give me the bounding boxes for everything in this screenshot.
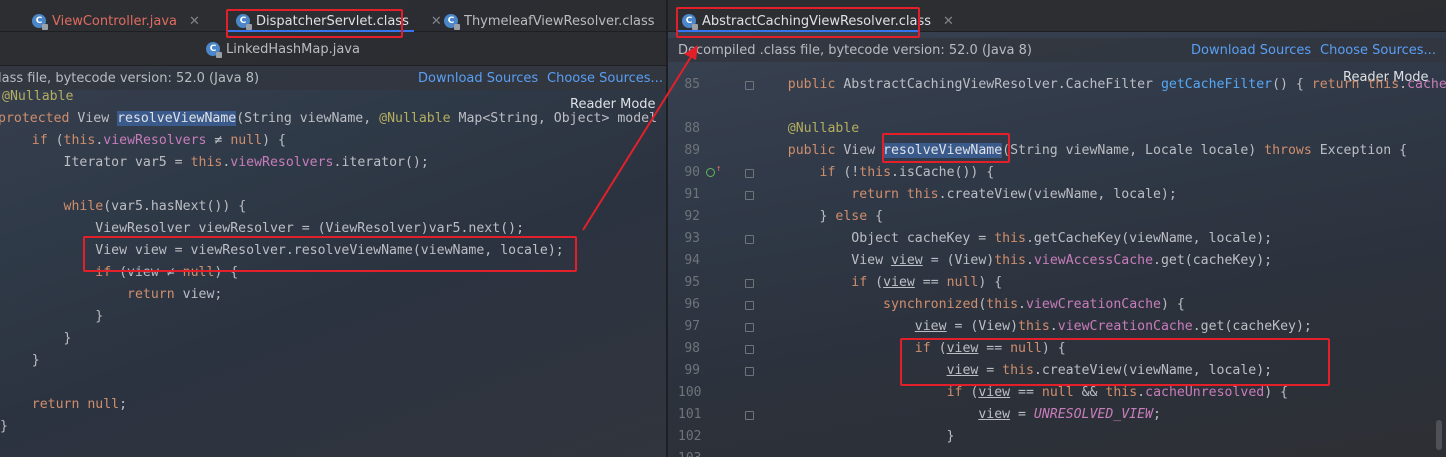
tab-linkedhashmap[interactable]: C LinkedHashMap.java <box>202 34 364 64</box>
java-class-icon: C <box>32 14 48 30</box>
line-number: 90 <box>684 165 700 180</box>
code-line: view = (View)this.viewCreationCache.get(… <box>914 319 1312 334</box>
class-file-icon: C <box>206 42 222 58</box>
fold-marker-icon[interactable] <box>745 411 754 420</box>
tab-label: AbstractCachingViewResolver.class <box>702 13 931 29</box>
download-sources-link[interactable]: Download Sources <box>1191 43 1311 58</box>
code-line: ViewResolver viewResolver = (ViewResolve… <box>0 221 525 236</box>
implements-marker-icon[interactable] <box>706 168 715 177</box>
fold-marker-icon[interactable] <box>745 301 754 310</box>
left-tab-row-2: C LinkedHashMap.java <box>0 32 666 66</box>
code-line: View view = viewResolver.resolveViewName… <box>0 243 564 258</box>
code-line: @Nullable <box>787 121 860 136</box>
code-line: protected View resolveViewName(String vi… <box>0 111 658 126</box>
right-code-area[interactable]: public AbstractCachingViewResolver.Cache… <box>756 74 1446 444</box>
tab-label: ViewController.java <box>52 13 177 29</box>
code-line: Object cacheKey = this.getCacheKey(viewN… <box>756 231 1273 246</box>
line-number: 98 <box>684 341 700 356</box>
code-line: } <box>756 429 955 444</box>
code-line: Iterator var5 = this.viewResolvers.itera… <box>0 155 429 170</box>
line-number: 99 <box>684 363 700 378</box>
code-line: while(var5.hasNext()) { <box>63 199 247 214</box>
line-number: 94 <box>684 253 700 268</box>
code-line: return this.createView(viewName, locale)… <box>851 187 1177 202</box>
code-line: synchronized(this.viewCreationCache) { <box>883 297 1185 312</box>
fold-marker-icon[interactable] <box>745 81 754 90</box>
right-decompiled-banner: Decompiled .class file, bytecode version… <box>668 38 1446 62</box>
right-tab-bar: C AbstractCachingViewResolver.class ✕ <box>668 0 1446 32</box>
class-file-icon: C <box>236 14 252 30</box>
code-line: } <box>0 331 72 346</box>
code-line: public View resolveViewName(String viewN… <box>787 143 1408 158</box>
code-line: if (this.viewResolvers ≠ null) { <box>31 133 286 148</box>
banner-text: lass file, bytecode version: 52.0 (Java … <box>0 70 260 86</box>
left-decompiled-banner: lass file, bytecode version: 52.0 (Java … <box>0 66 666 90</box>
left-tab-bar: C ViewController.java ✕ C DispatcherServ… <box>0 0 666 32</box>
code-line: } <box>0 353 40 368</box>
vertical-scrollbar[interactable] <box>1436 420 1442 450</box>
right-editor-pane: C AbstractCachingViewResolver.class ✕ De… <box>668 0 1446 457</box>
code-line: View view = (View)this.viewAccessCache.g… <box>756 253 1273 268</box>
line-number: 95 <box>684 275 700 290</box>
close-icon[interactable]: ✕ <box>943 14 954 29</box>
code-line: if (view == null) { <box>914 341 1066 356</box>
class-file-icon: C <box>444 14 460 30</box>
fold-marker-icon[interactable] <box>745 279 754 288</box>
download-sources-link[interactable]: Download Sources <box>418 71 538 86</box>
close-icon[interactable]: ✕ <box>189 14 200 29</box>
code-line: if (view == null) { <box>851 275 1003 290</box>
choose-sources-link[interactable]: Choose Sources... <box>547 71 663 86</box>
class-file-icon: C <box>682 14 698 30</box>
override-arrow-icon[interactable]: ↑ <box>716 164 721 174</box>
tab-label: DispatcherServlet.class <box>256 13 409 29</box>
fold-marker-icon[interactable] <box>745 345 754 354</box>
line-number: 85 <box>684 77 700 92</box>
fold-marker-icon[interactable] <box>745 323 754 332</box>
line-number: 97 <box>684 319 700 334</box>
left-editor-pane: C ViewController.java ✕ C DispatcherServ… <box>0 0 666 457</box>
code-line: if (view ≠ null) { <box>95 265 239 280</box>
line-number-gutter[interactable]: 85 88 89 90 91 92 93 94 95 96 97 98 99 1… <box>668 74 758 457</box>
line-number: 92 <box>684 209 700 224</box>
choose-sources-link[interactable]: Choose Sources... <box>1320 43 1436 58</box>
fold-marker-icon[interactable] <box>745 191 754 200</box>
line-number: 103 <box>678 448 701 457</box>
tab-label: LinkedHashMap.java <box>226 41 360 57</box>
line-number: 93 <box>684 231 700 246</box>
code-line: if (!this.isCache()) { <box>819 165 995 180</box>
fold-marker-icon[interactable] <box>745 367 754 376</box>
fold-marker-icon[interactable] <box>745 235 754 244</box>
tab-label: ThymeleafViewResolver.class <box>464 13 655 29</box>
line-number: 89 <box>684 143 700 158</box>
code-line: } <box>0 309 104 324</box>
banner-text: Decompiled .class file, bytecode version… <box>678 42 1032 58</box>
code-line: return view; <box>127 287 223 302</box>
code-line: view = this.createView(viewName, locale)… <box>946 363 1273 378</box>
line-number: 91 <box>684 187 700 202</box>
left-code-area[interactable]: @Nullable protected View resolveViewName… <box>0 86 657 434</box>
active-tab-underline <box>676 30 920 32</box>
line-number: 100 <box>678 385 702 400</box>
code-line: @Nullable <box>2 89 74 104</box>
code-line: } <box>0 419 8 434</box>
line-number: 96 <box>684 297 700 312</box>
line-number: 88 <box>684 121 700 136</box>
fold-marker-icon[interactable] <box>745 169 754 178</box>
line-number: 101 <box>678 407 702 422</box>
code-line: return null; <box>31 397 128 412</box>
code-line: } else { <box>756 209 884 224</box>
line-number: 102 <box>678 429 702 444</box>
code-line: view = UNRESOLVED_VIEW; <box>978 407 1161 422</box>
code-line: if (view == null && this.cacheUnresolved… <box>946 385 1289 400</box>
code-line: public AbstractCachingViewResolver.Cache… <box>787 77 1446 92</box>
